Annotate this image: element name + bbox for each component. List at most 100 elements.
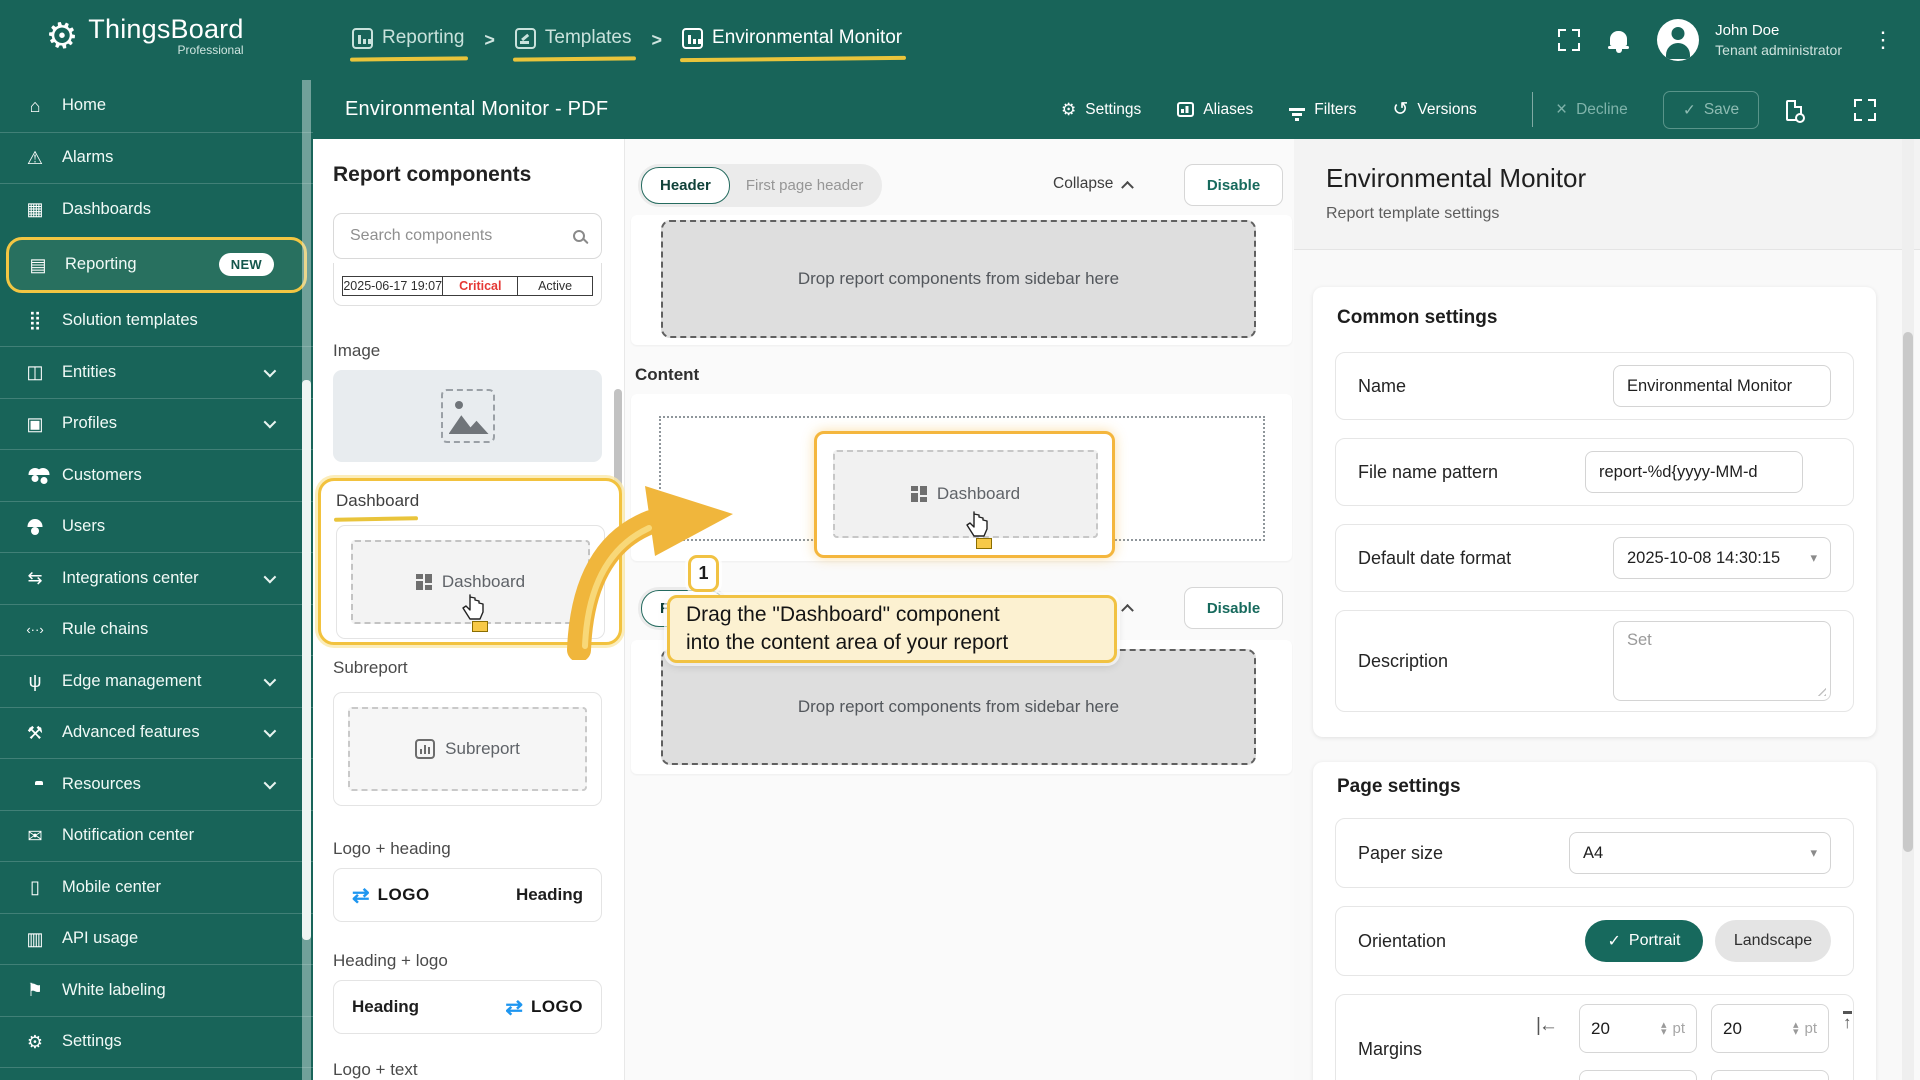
sidebar-item-edge-management[interactable]: ψ Edge management	[0, 655, 313, 707]
tab-header[interactable]: Header	[641, 167, 730, 204]
header-drop-zone[interactable]: Drop report components from sidebar here	[661, 220, 1256, 338]
sidebar-item-solution-templates[interactable]: ⣿ Solution templates	[0, 295, 313, 347]
rule-chains-icon: ‹··›	[26, 622, 44, 638]
tools-icon: ⚒	[26, 722, 44, 743]
description-textarea[interactable]: Set	[1613, 621, 1831, 701]
footer-disable-button[interactable]: Disable	[1184, 587, 1283, 629]
heading-text: Heading	[352, 997, 420, 1016]
brand-logo[interactable]: ⚙ ThingsBoard Professional	[41, 11, 244, 59]
settings-scrollbar-thumb[interactable]	[1903, 332, 1913, 852]
decline-button[interactable]: × Decline	[1556, 80, 1628, 139]
toolbar-divider	[1532, 92, 1533, 127]
description-label: Description	[1358, 650, 1449, 671]
sidebar-item-advanced-features[interactable]: ⚒ Advanced features	[0, 706, 313, 759]
breadcrumb-separator-icon: >	[484, 29, 495, 50]
sidebar-item-mobile-center[interactable]: ▯ Mobile center	[0, 861, 313, 913]
alarm-time-cell: 2025-06-17 19:07	[342, 277, 443, 295]
stepper-icon[interactable]: ▴ ▾	[1793, 1019, 1799, 1037]
orientation-landscape-button[interactable]: Landscape	[1715, 920, 1831, 962]
sidebar-item-notification-center[interactable]: ✉ Notification center	[0, 809, 313, 862]
image-component-card[interactable]	[333, 370, 602, 462]
paper-size-select[interactable]: A4 ▾	[1569, 832, 1831, 874]
solution-templates-icon: ⣿	[28, 310, 42, 331]
orientation-portrait-button[interactable]: ✓ Portrait	[1585, 920, 1703, 962]
sidebar-item-reporting[interactable]: ▤ Reporting NEW	[6, 236, 307, 293]
chevron-down-icon	[263, 776, 277, 790]
sidebar-item-integrations-center[interactable]: ⇆ Integrations center	[0, 552, 313, 604]
logo-heading-component-card[interactable]: ⇄ LOGO Heading	[333, 868, 602, 922]
name-input[interactable]: Environmental Monitor	[1613, 365, 1831, 407]
save-button[interactable]: ✓ Save	[1663, 91, 1759, 129]
reporting-icon: ▤	[29, 254, 47, 275]
tour-tooltip-line2: into the content area of your report	[686, 631, 1009, 654]
page-settings-card: Page settings Paper size A4 ▾ Orientatio…	[1313, 762, 1876, 1080]
header-disable-button[interactable]: Disable	[1184, 164, 1283, 206]
name-field: Name Environmental Monitor	[1335, 352, 1854, 420]
stepper-icon[interactable]: ▴ ▾	[1661, 1019, 1667, 1037]
more-menu-icon[interactable]: ⋮	[1872, 29, 1894, 51]
aliases-button[interactable]: Aliases	[1177, 101, 1253, 119]
margins-label: Margins	[1358, 1039, 1423, 1059]
gear-icon: ⚙	[26, 1031, 44, 1052]
drag-indicator-icon	[976, 538, 992, 549]
margin-bottom-input[interactable]	[1711, 1070, 1829, 1080]
margin-right-input[interactable]	[1579, 1070, 1697, 1080]
breadcrumb-templates[interactable]: Templates	[514, 27, 632, 53]
sidebar-item-users[interactable]: Users	[0, 500, 313, 553]
versions-button[interactable]: ↺ Versions	[1392, 100, 1476, 119]
settings-title: Environmental Monitor	[1326, 163, 1587, 193]
file-name-pattern-input[interactable]: report-%d{yyyy-MM-d ?	[1585, 451, 1803, 493]
breadcrumb-environmental-monitor[interactable]: Environmental Monitor	[682, 27, 902, 53]
resize-grip-icon[interactable]	[1817, 687, 1826, 696]
sidebar-item-alarms[interactable]: ⚠ Alarms	[0, 131, 313, 184]
filters-button[interactable]: Filters	[1289, 101, 1356, 119]
gear-icon: ⚙	[1061, 100, 1077, 119]
sidebar-item-api-usage[interactable]: ▥ API usage	[0, 912, 313, 965]
caret-down-icon: ▾	[1810, 845, 1817, 860]
subreport-component-card[interactable]: Subreport	[333, 692, 602, 806]
subreport-drag-item[interactable]: Subreport	[348, 707, 587, 791]
collapse-label: Collapse	[1053, 175, 1114, 192]
default-date-format-field: Default date format 2025-10-08 14:30:15 …	[1335, 524, 1854, 592]
sidebar-item-rule-chains[interactable]: ‹··› Rule chains	[0, 603, 313, 656]
preview-report-icon[interactable]	[1786, 100, 1805, 123]
thingsboard-logo-icon: ⚙	[41, 11, 83, 59]
orientation-field: Orientation ✓ Portrait Landscape	[1335, 906, 1854, 976]
margin-left-input[interactable]: 20 ▴ ▾ pt	[1579, 1004, 1697, 1053]
heading-logo-component-card[interactable]: Heading ⇄ LOGO	[333, 980, 602, 1034]
check-icon: ✓	[1607, 933, 1621, 950]
sidebar-item-dashboards[interactable]: ▦ Dashboards	[0, 183, 313, 235]
search-components-box[interactable]	[333, 213, 602, 259]
sidebar-item-settings[interactable]: ⚙ Settings	[0, 1015, 313, 1068]
sidebar-item-profiles[interactable]: ▣ Profiles	[0, 397, 313, 450]
expand-editor-icon[interactable]	[1854, 99, 1876, 121]
sidebar-item-home[interactable]: ⌂ Home	[0, 80, 313, 132]
notifications-bell-icon[interactable]	[1608, 30, 1630, 49]
search-input[interactable]	[350, 227, 573, 245]
dashboard-module-label: Dashboard	[936, 484, 1021, 503]
alarms-table-component-card[interactable]: 2025-06-17 19:07 Critical Active	[333, 263, 602, 306]
breadcrumb-reporting[interactable]: Reporting	[352, 27, 464, 53]
sidebar-item-white-labeling[interactable]: ⚑ White labeling	[0, 964, 313, 1016]
dropped-dashboard-module[interactable]: Dashboard	[814, 431, 1115, 558]
tab-first-page-header[interactable]: First page header	[730, 177, 880, 194]
margin-top-input[interactable]: 20 ▴ ▾ pt	[1711, 1004, 1829, 1053]
settings-subtitle: Report template settings	[1326, 205, 1500, 222]
default-date-format-select[interactable]: 2025-10-08 14:30:15 ▾	[1613, 537, 1831, 579]
sidebar-item-entities[interactable]: ◫ Entities	[0, 346, 313, 398]
logo-text-section-label: Logo + text	[333, 1060, 418, 1079]
fullscreen-icon[interactable]	[1558, 29, 1581, 51]
main-nav-sidebar: ⌂ Home ⚠ Alarms ▦ Dashboards ▤ Reporting…	[0, 80, 313, 1080]
sidebar-item-security[interactable]: Security	[0, 1067, 313, 1080]
sidebar-item-customers[interactable]: Customers	[0, 449, 313, 501]
header-collapse-button[interactable]: Collapse	[1053, 175, 1135, 194]
profiles-icon: ▣	[26, 413, 44, 434]
footer-drop-zone[interactable]: Drop report components from sidebar here	[661, 649, 1256, 765]
sidebar-item-resources[interactable]: Resources	[0, 758, 313, 810]
template-chart-icon	[682, 27, 704, 49]
sidebar-scrollbar[interactable]	[302, 80, 311, 1080]
margins-field: Margins |← 20 ▴ ▾ pt 20 ▴ ▾ pt ↑	[1335, 994, 1854, 1080]
avatar[interactable]	[1657, 19, 1700, 61]
settings-button[interactable]: ⚙ Settings	[1061, 101, 1141, 119]
heading-text: Heading	[515, 885, 583, 904]
